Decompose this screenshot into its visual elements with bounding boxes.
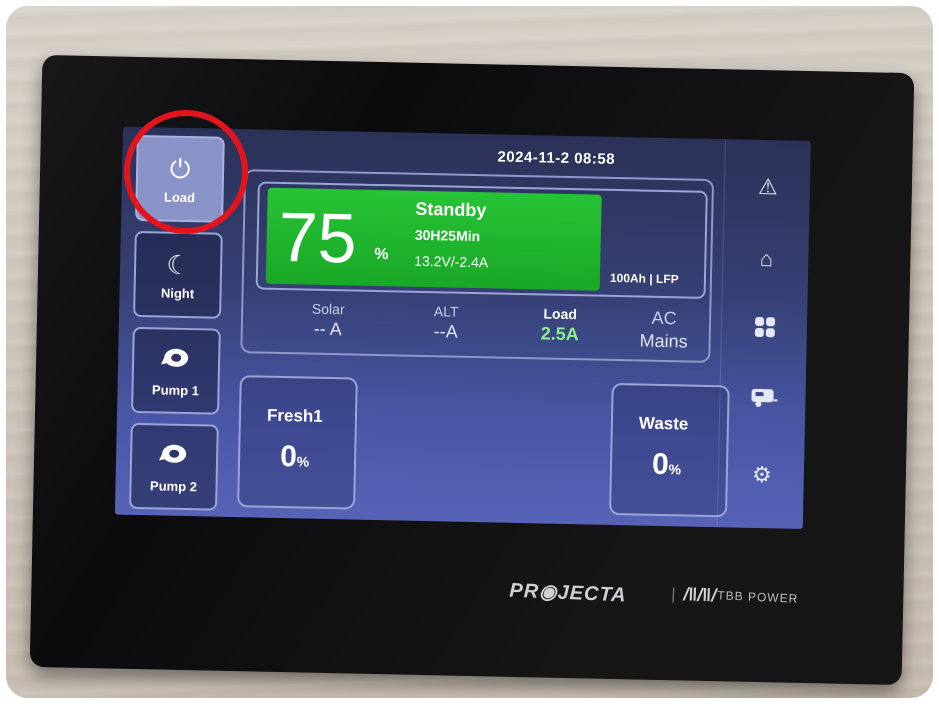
warning-icon[interactable]: ⚠ [725, 173, 811, 201]
caravan-icon[interactable] [720, 385, 807, 415]
pump-icon [161, 344, 192, 377]
pump1-button[interactable]: Pump 1 [131, 326, 221, 415]
night-button-label: Night [160, 284, 195, 301]
pump2-button-label: Pump 2 [149, 477, 198, 494]
battery-percent: 75 [277, 197, 358, 278]
tbb-logo-mark: /‖/‖/ [682, 584, 717, 606]
fresh-tank-card[interactable]: Fresh1 0% [237, 375, 358, 510]
gear-icon[interactable]: ⚙ [719, 461, 806, 489]
fresh-tank-value: 0% [279, 440, 310, 474]
load-label: Load [543, 305, 578, 323]
solar-flow: Solar -- A [283, 300, 374, 341]
ac-value: Mains [639, 330, 688, 352]
photo-frame: ⏻ Load ☾ Night Pump 1 Pump 2 2024-11-2 0… [6, 6, 933, 698]
date-time: 2024-11-2 08:58 [497, 148, 616, 168]
solar-label: Solar [311, 300, 345, 318]
highlight-ring [124, 110, 248, 234]
ac-label: AC [651, 307, 677, 329]
grid-icon[interactable] [722, 315, 809, 345]
battery-overview-panel[interactable]: 75 % Standby 30H25Min 13.2V/-2.4A 100Ah … [240, 169, 715, 363]
moon-icon: ☾ [166, 249, 191, 280]
battery-capacity: 100Ah | LFP [609, 270, 679, 287]
ac-flow: AC Mains [618, 307, 709, 353]
alt-value: --A [433, 321, 459, 342]
waste-tank-label: Waste [638, 413, 689, 434]
alt-label: ALT [433, 303, 459, 320]
right-nav-column: ⚠ ⌂ ⚙ [716, 139, 811, 529]
night-button[interactable]: ☾ Night [133, 230, 223, 319]
pump-icon [159, 440, 190, 473]
pump1-button-label: Pump 1 [151, 381, 200, 398]
home-icon[interactable]: ⌂ [723, 245, 810, 273]
load-value: 2.5A [540, 323, 579, 345]
load-flow: Load 2.5A [515, 305, 606, 346]
battery-percent-unit: % [374, 245, 389, 264]
battery-voltage-current: 13.2V/-2.4A [414, 252, 489, 271]
battery-state: Standby [415, 198, 487, 221]
fresh-tank-label: Fresh1 [266, 405, 323, 426]
battery-card[interactable]: 75 % Standby 30H25Min 13.2V/-2.4A 100Ah … [255, 181, 708, 299]
waste-tank-card[interactable]: Waste 0% [608, 382, 730, 518]
projecta-logo: PR◉JECTA [508, 579, 628, 607]
battery-level-fill: 75 % Standby 30H25Min 13.2V/-2.4A [265, 187, 602, 291]
solar-value: -- A [313, 318, 343, 340]
battery-runtime: 30H25Min [414, 226, 481, 245]
brand-separator: | [670, 586, 676, 604]
waste-tank-value: 0% [651, 447, 682, 482]
alt-flow: ALT --A [401, 303, 492, 344]
pump2-button[interactable]: Pump 2 [129, 422, 219, 511]
